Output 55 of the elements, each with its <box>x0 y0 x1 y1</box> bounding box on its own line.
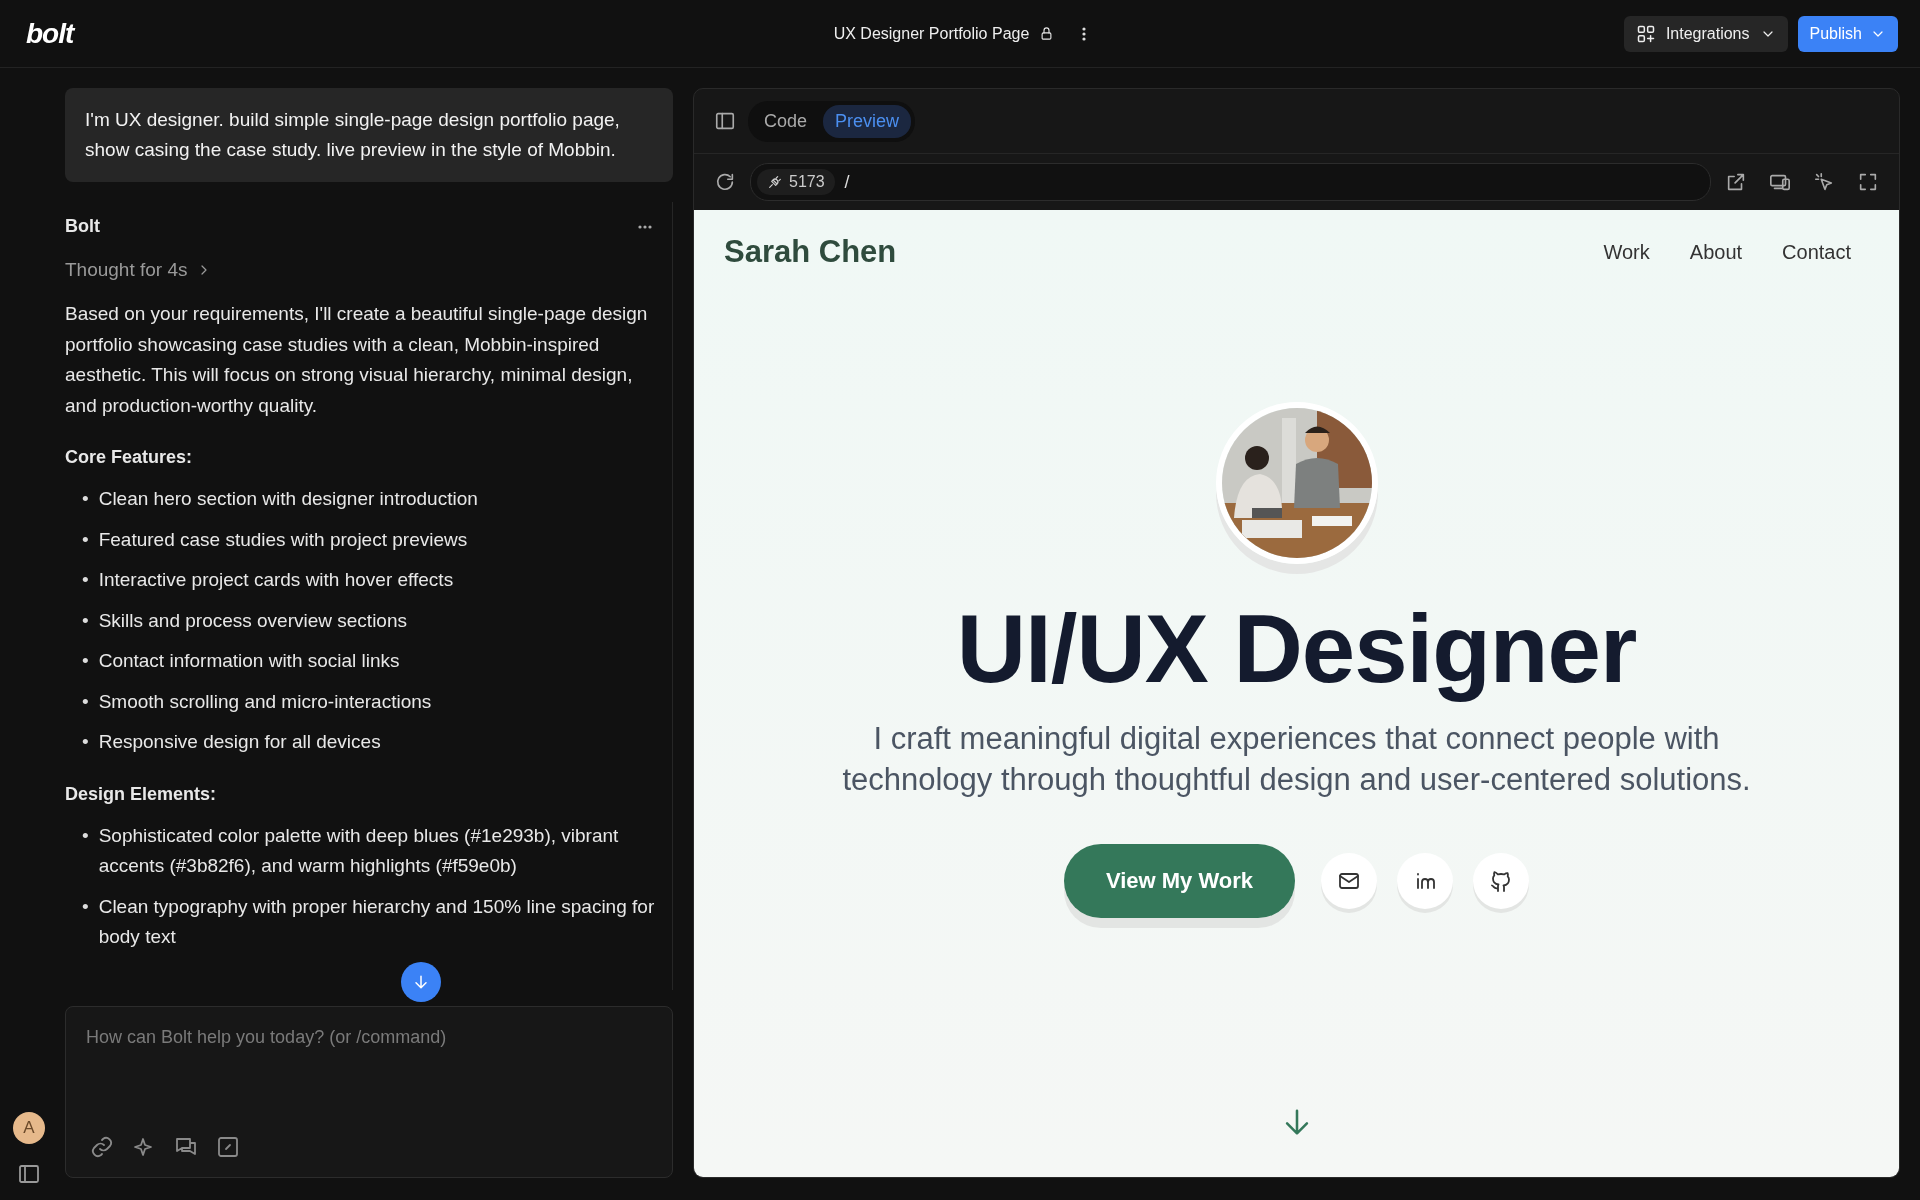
lock-icon <box>1039 26 1055 41</box>
cursor-select-icon <box>1813 171 1835 193</box>
bullet-mark: • <box>82 823 89 848</box>
bullet-mark: • <box>82 568 89 592</box>
bullet-mark: • <box>82 527 89 552</box>
view-tab[interactable]: Code <box>752 104 820 138</box>
hero-subtitle: I craft meaningful digital experiences that connect people with technology through thoughtful design and user-centered solutions. <box>841 720 1752 800</box>
bullet-item: Featured case studies with project previews <box>98 527 468 552</box>
section-heading: Design Elements: <box>65 783 218 805</box>
integrations-button[interactable]: Integrations <box>1623 15 1788 52</box>
grid-plus-icon <box>1635 23 1656 44</box>
bullet-item: Contact information with social links <box>98 649 400 673</box>
bullet-mark: • <box>82 730 89 754</box>
bullet-item: Smooth scrolling and micro-interactions <box>98 689 432 714</box>
response-paragraph: Based on your requirements, I'll create a beautiful single-page design portfolio showcasing case studies with a clean, Mobbin-inspired aesthetic. This will focus on strong visual hierarchy, minimal design, and production-worthy quality. <box>65 302 649 418</box>
sidebar-toggle-icon <box>17 1162 41 1186</box>
nav-link[interactable]: Work <box>1603 240 1650 264</box>
bullet-item: Interactive project cards with hover effects <box>98 568 454 592</box>
bullet-mark: • <box>82 608 89 633</box>
nav-link[interactable]: About <box>1689 240 1743 264</box>
address-bar[interactable]: 5173 / <box>750 163 1711 201</box>
view-tab[interactable]: Preview <box>823 104 912 138</box>
assistant-name: Bolt <box>65 216 100 237</box>
project-title: UX Designer Portfolio Page <box>833 24 1030 43</box>
nav-link[interactable]: Contact <box>1782 240 1851 264</box>
bullet-item: Sophisticated color palette with deep blues (#1e293b), vibrant accents (#3b82f6), and warm highlights (#f59e0b) <box>98 823 620 878</box>
user-message: I'm UX designer. build simple single-page design portfolio page, show casing the case study. live preview in the style of Mobbin. <box>65 88 673 182</box>
hero-headline: UI/UX Designer <box>956 594 1637 704</box>
port-badge: 5173 <box>757 169 835 195</box>
bullet-item: Skills and process overview sections <box>98 608 407 633</box>
scroll-down-button[interactable] <box>401 962 441 1002</box>
publish-button[interactable]: Publish <box>1797 15 1898 52</box>
reload-icon <box>714 171 736 193</box>
more-icon[interactable] <box>1082 26 1087 41</box>
thought-toggle[interactable]: Thought for 4s <box>65 259 188 281</box>
site-name[interactable]: Sarah Chen <box>724 234 897 270</box>
more-icon[interactable] <box>638 224 652 229</box>
plug-icon <box>767 174 783 190</box>
bullet-item: Clean typography with proper hierarchy and 150% line spacing for body text <box>98 894 656 949</box>
user-avatar[interactable]: A <box>13 1112 45 1144</box>
panel-toggle-icon <box>714 110 736 132</box>
link-icon <box>90 1135 114 1159</box>
bullet-mark: • <box>82 487 89 511</box>
external-link-icon <box>1725 171 1747 193</box>
bullet-mark: • <box>82 894 89 919</box>
edit-box-icon <box>216 1135 240 1159</box>
bullet-mark: • <box>82 689 89 714</box>
url-path: / <box>844 171 850 193</box>
logo[interactable]: bolt <box>26 17 74 50</box>
prompt-input[interactable]: How can Bolt help you today? (or /command) <box>86 1027 652 1048</box>
bullet-mark: • <box>82 649 89 673</box>
section-heading: Core Features: <box>65 447 194 468</box>
fullscreen-icon <box>1857 171 1879 193</box>
bullet-item: Responsive design for all devices <box>98 730 381 754</box>
bullet-item: Clean hero section with designer introduction <box>98 487 478 511</box>
